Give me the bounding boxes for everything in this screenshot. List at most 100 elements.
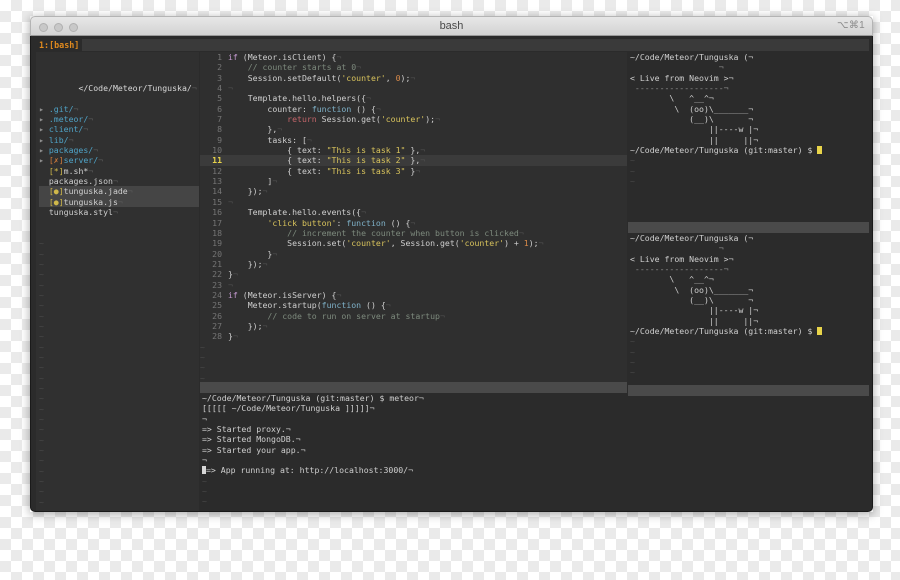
nerdtree-pane[interactable]: </Code/Meteor/Tunguska/¬ ▸ .git/¬ ▸ .mete… bbox=[36, 52, 199, 511]
code-line[interactable]: 18 // increment the counter when button … bbox=[200, 228, 627, 238]
code-line[interactable]: 2 // counter starts at 0¬ bbox=[200, 62, 627, 72]
eol-marker: ¬ bbox=[68, 134, 74, 145]
code-line[interactable]: 9 tasks: [¬ bbox=[200, 135, 627, 145]
neovim-pane-1[interactable]: ~/Code/Meteor/Tunguska (¬ ¬ < Live from N… bbox=[628, 52, 869, 222]
code-line[interactable]: 22}¬ bbox=[200, 269, 627, 279]
eol-marker: ¬ bbox=[98, 155, 104, 166]
eol-marker: ¬ bbox=[93, 145, 99, 156]
code-line[interactable]: 19 Session.set('counter', Session.get('c… bbox=[200, 238, 627, 248]
code-token: ¬ bbox=[228, 279, 233, 290]
code-token: "This is task 1" bbox=[326, 145, 406, 156]
empty-line-marker: ~ bbox=[39, 424, 44, 435]
code-line[interactable]: 26 // code to run on server at startup¬ bbox=[200, 311, 627, 321]
nerdtree-item[interactable]: ▸ client/¬ bbox=[39, 124, 199, 134]
code-line[interactable]: 27 });¬ bbox=[200, 321, 627, 331]
code-token: Meteor.startup( bbox=[228, 300, 322, 311]
nerdtree-item[interactable]: [*]m.sh*¬ bbox=[39, 166, 199, 176]
code-line[interactable]: 5 Template.hello.helpers({¬ bbox=[200, 93, 627, 103]
code-token: , bbox=[385, 72, 396, 83]
line-number: 1 bbox=[217, 52, 222, 62]
nvim-ascii-art-line: \ (oo)\_______¬ bbox=[630, 103, 754, 114]
code-line[interactable]: 14 });¬ bbox=[200, 186, 627, 196]
nerdtree-item[interactable]: ▸ .git/¬ bbox=[39, 104, 199, 114]
code-token: (Meteor.isServer) { bbox=[237, 289, 337, 300]
code-token: () { bbox=[385, 217, 411, 228]
nerdtree-item-label: lib/ bbox=[48, 134, 69, 145]
disclosure-arrow-icon: ▸ bbox=[39, 103, 49, 114]
empty-line-marker: ~ bbox=[200, 341, 205, 352]
nvim-banner: < Live from Neovim >¬ bbox=[630, 253, 734, 264]
code-token: }, bbox=[228, 124, 278, 135]
tmux-tab-bash[interactable]: 1:[bash] bbox=[36, 39, 83, 51]
terminal-scrollbar[interactable] bbox=[865, 52, 870, 511]
code-token: counter: bbox=[228, 103, 312, 114]
tmux-window-bar: 1:[bash] bbox=[36, 39, 869, 51]
nerdtree-item[interactable]: [●]tunguska.jade¬ bbox=[39, 186, 199, 197]
disclosure-arrow-icon bbox=[39, 176, 49, 186]
nerdtree-item[interactable]: [●]tunguska.js¬ bbox=[39, 196, 199, 208]
code-line[interactable]: 24 if (Meteor.isServer) {¬ bbox=[200, 290, 627, 300]
line-number: 9 bbox=[217, 134, 222, 145]
nerdtree-item[interactable]: tunguska.styl¬ bbox=[39, 207, 199, 217]
code-token: 'counter' bbox=[459, 238, 505, 249]
code-line[interactable]: 20 }¬ bbox=[200, 249, 627, 259]
code-line[interactable]: 3 Session.setDefault('counter', 0);¬ bbox=[200, 73, 627, 83]
empty-line-marker: ~ bbox=[39, 362, 44, 373]
line-number: 16 bbox=[212, 207, 222, 218]
code-token: ¬ bbox=[356, 62, 362, 73]
eol-marker: ¬ bbox=[117, 196, 123, 207]
nvim-header: ~/Code/Meteor/Tunguska (¬ bbox=[630, 233, 754, 243]
code-line[interactable]: 11 { text: "This is task 2" },¬ bbox=[200, 155, 627, 166]
code-token: ¬ bbox=[518, 227, 524, 238]
nerdtree-item[interactable]: ▸ lib/¬ bbox=[39, 135, 199, 145]
nvim-prompt-line[interactable]: ~/Code/Meteor/Tunguska (git:master) $ bbox=[630, 326, 869, 336]
terminal-window: bash ⌥⌘1 1:[bash] </Code/Meteor/Tunguska… bbox=[30, 16, 873, 512]
nerdtree-item[interactable]: packages.json¬ bbox=[39, 176, 199, 186]
code-line[interactable]: 10 { text: "This is task 1" },¬ bbox=[200, 145, 627, 155]
code-line[interactable]: 21 });¬ bbox=[200, 259, 627, 269]
code-line[interactable]: -_13 ]¬ bbox=[200, 176, 627, 186]
line-number: 21 bbox=[212, 258, 222, 269]
code-line[interactable]: 6 counter: function () {¬ bbox=[200, 104, 627, 114]
code-token: ] bbox=[228, 176, 273, 187]
code-token: Session.get( bbox=[316, 114, 381, 125]
empty-line-marker: ~ bbox=[39, 403, 44, 414]
code-line[interactable]: 7 return Session.get('counter');¬ bbox=[200, 114, 627, 124]
empty-line-marker: ~ bbox=[39, 269, 44, 280]
code-token: { text: bbox=[228, 145, 327, 156]
code-token: ¬ bbox=[439, 310, 445, 321]
nvim-ascii-art-line: ||----w |¬ bbox=[630, 124, 759, 135]
code-token: ¬ bbox=[385, 300, 391, 311]
code-line[interactable]: 17 'click button': function () {¬ bbox=[200, 218, 627, 228]
terminal-content: 1:[bash] </Code/Meteor/Tunguska/¬ ▸ .git… bbox=[30, 36, 873, 512]
nvim-ascii-art-line: (__)\ ¬ bbox=[630, 114, 754, 125]
line-number: 18 bbox=[212, 227, 222, 238]
neovim-pane-2[interactable]: ~/Code/Meteor/Tunguska (¬ ¬ < Live from N… bbox=[628, 233, 869, 385]
code-line[interactable]: 23 ¬ bbox=[200, 280, 627, 290]
code-line[interactable]: 16 Template.hello.events({¬ bbox=[200, 207, 627, 217]
eol-marker: ¬ bbox=[88, 114, 94, 125]
code-line[interactable]: 1 if (Meteor.isClient) {¬ bbox=[200, 52, 627, 62]
nerdtree-item[interactable]: ▸ packages/¬ bbox=[39, 145, 199, 155]
code-line[interactable]: 25 Meteor.startup(function () {¬ bbox=[200, 300, 627, 310]
disclosure-arrow-icon: ▸ bbox=[39, 124, 49, 135]
nvim-rule: ¬ bbox=[630, 62, 724, 73]
nerdtree-item-label: client/ bbox=[48, 124, 84, 135]
code-token: ¬ bbox=[361, 207, 367, 218]
nerdtree-item-label: packages/ bbox=[48, 145, 94, 156]
terminal-cursor bbox=[817, 326, 823, 336]
code-line[interactable]: 15 ¬ bbox=[200, 197, 627, 207]
window-titlebar[interactable]: bash ⌥⌘1 bbox=[30, 16, 873, 36]
shell-output-pane[interactable]: ~/Code/Meteor/Tunguska (git:master) $ me… bbox=[200, 393, 627, 511]
neovim-pane-1-status: >>>> bash:14:0 bbox=[628, 222, 869, 233]
empty-line-marker: ~ bbox=[202, 496, 207, 507]
code-line[interactable]: 8 },¬ bbox=[200, 124, 627, 134]
code-line[interactable]: 28}¬ bbox=[200, 331, 627, 341]
code-line[interactable]: 12 { text: "This is task 3" }¬ bbox=[200, 166, 627, 176]
nerdtree-item[interactable]: ▸ [✗]server/¬ bbox=[39, 155, 199, 165]
nvim-prompt-line[interactable]: ~/Code/Meteor/Tunguska (git:master) $ bbox=[630, 145, 869, 155]
code-editor-pane[interactable]: 1 if (Meteor.isClient) {¬ 2 // counter sta… bbox=[200, 52, 627, 382]
code-line[interactable]: 4 ¬ bbox=[200, 83, 627, 93]
nerdtree-item[interactable]: ▸ .meteor/¬ bbox=[39, 114, 199, 124]
code-token: ); bbox=[425, 114, 436, 125]
